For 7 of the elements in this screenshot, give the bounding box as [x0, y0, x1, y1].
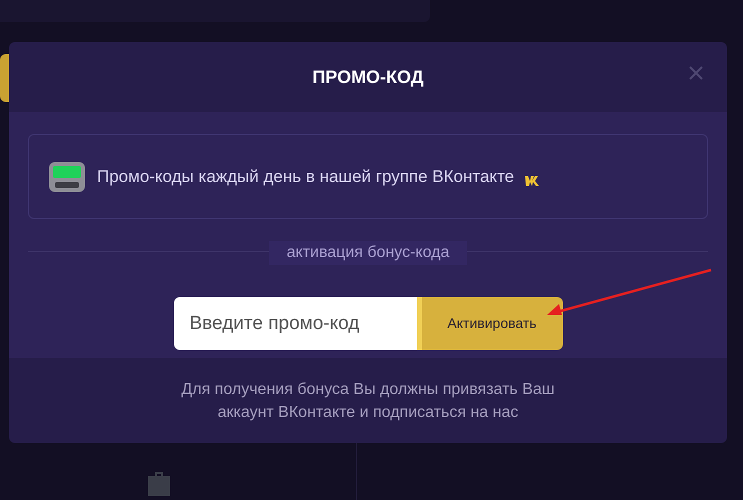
promo-field[interactable]: Введите промо-код: [174, 297, 416, 350]
pager-icon: [47, 160, 87, 194]
modal-title: ПРОМО-КОД: [312, 66, 424, 89]
section-label: активация бонус-кода: [268, 241, 468, 265]
footer-note: Для получения бонуса Вы должны привязать Ваш аккаунт ВКонтакте и подписаться на нас: [180, 380, 556, 422]
info-text: Промо-коды каждый день в нашей группе ВКонтакте: [97, 166, 514, 188]
activate-button[interactable]: Активировать: [416, 297, 562, 350]
